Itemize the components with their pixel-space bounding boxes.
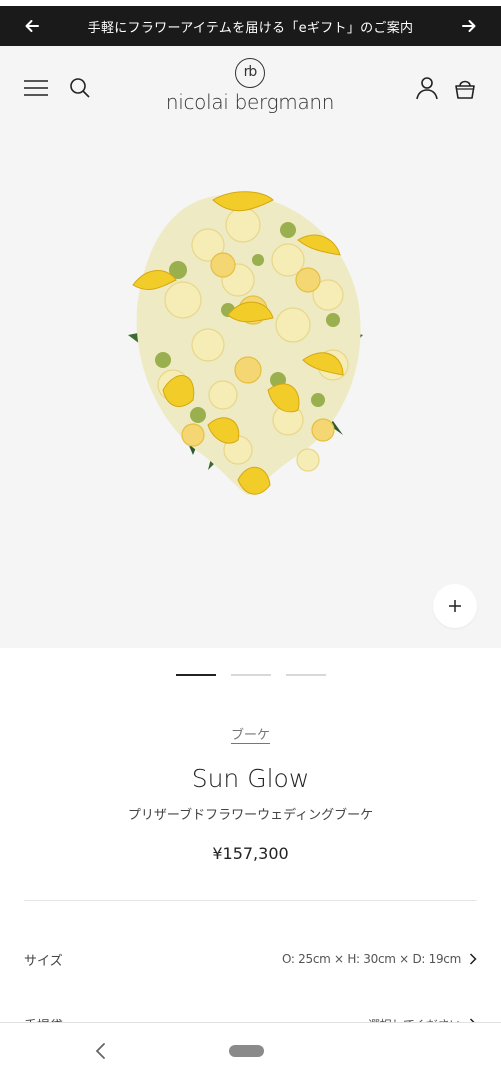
- search-button[interactable]: [66, 74, 94, 102]
- divider: [24, 900, 477, 901]
- system-back-button[interactable]: [88, 1039, 112, 1063]
- arrow-left-icon: [25, 20, 39, 32]
- account-icon: [416, 77, 438, 100]
- cart-button[interactable]: [451, 74, 479, 102]
- product-category-link[interactable]: ブーケ: [0, 724, 501, 743]
- plus-icon: [449, 600, 461, 612]
- announcement-next-button[interactable]: [457, 14, 481, 38]
- site-header: rb nicolai bergmann: [0, 46, 501, 128]
- announcement-prev-button[interactable]: [20, 14, 44, 38]
- size-label: サイズ: [24, 953, 63, 969]
- announcement-text[interactable]: 手軽にフラワーアイテムを届ける「eギフト」のご案内: [88, 17, 414, 36]
- bag-icon: [455, 80, 475, 99]
- system-navigation-bar: [0, 1022, 501, 1080]
- arrow-right-icon: [462, 20, 476, 32]
- logo-text: nicolai bergmann: [165, 90, 335, 114]
- menu-icon: [24, 80, 48, 96]
- account-button[interactable]: [413, 74, 441, 102]
- product-image: [128, 191, 363, 495]
- zoom-button[interactable]: [433, 584, 477, 628]
- chevron-right-icon: [469, 953, 477, 965]
- search-icon: [70, 78, 90, 98]
- announcement-bar: 手軽にフラワーアイテムを届ける「eギフト」のご案内: [0, 6, 501, 46]
- size-value: O: 25cm × H: 30cm × D: 19cm: [281, 952, 461, 966]
- product-subtitle: プリザーブドフラワーウェディングブーケ: [127, 808, 374, 823]
- product-image-gallery[interactable]: [0, 128, 501, 648]
- slide-indicator-3[interactable]: [285, 674, 326, 676]
- chevron-left-icon: [95, 1043, 105, 1059]
- logo-mark: rb: [235, 58, 265, 88]
- brand-logo[interactable]: rb nicolai bergmann: [150, 58, 350, 118]
- product-price: ¥157,300: [212, 844, 289, 863]
- product-title: Sun Glow: [191, 764, 310, 793]
- slide-indicator-2[interactable]: [230, 674, 271, 676]
- gallery-pagination: [0, 674, 501, 676]
- system-home-button[interactable]: [229, 1045, 264, 1057]
- slide-indicator-1[interactable]: [175, 674, 216, 676]
- size-option-row[interactable]: サイズ O: 25cm × H: 30cm × D: 19cm: [24, 944, 477, 974]
- menu-button[interactable]: [22, 74, 50, 102]
